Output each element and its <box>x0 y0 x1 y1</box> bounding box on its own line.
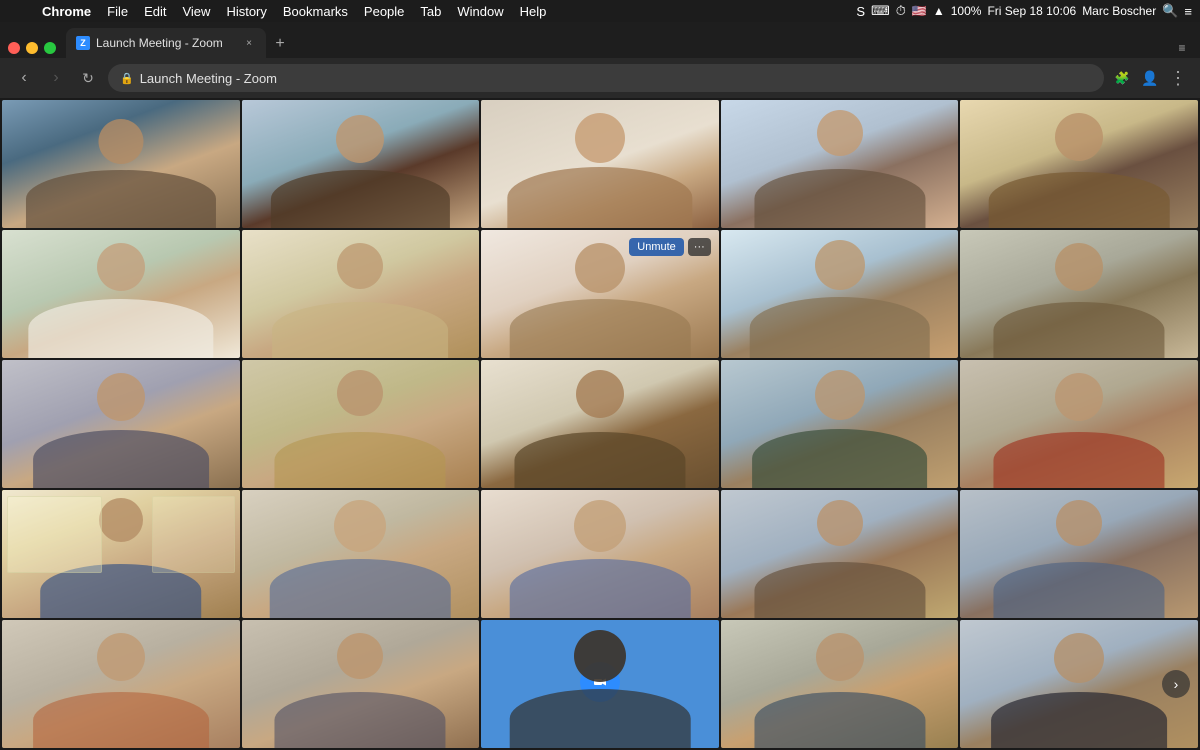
menu-view[interactable]: View <box>174 0 218 22</box>
video-cell-5-3[interactable] <box>481 620 719 748</box>
menubar-right: S ⌨ ⏱ 🇺🇸 ▲ 100% Fri Sep 18 10:06 Marc Bo… <box>856 3 1192 19</box>
profile-icon[interactable]: 👤 <box>1140 68 1160 88</box>
toolbar-icons: 🧩 👤 ⋮ <box>1112 68 1188 88</box>
skype-status-icon: S <box>856 4 865 19</box>
video-cell-3-3[interactable] <box>481 360 719 488</box>
unmute-button[interactable]: Unmute <box>629 238 684 256</box>
video-cell-1-5[interactable] <box>960 100 1198 228</box>
menu-icon[interactable]: ⋮ <box>1168 68 1188 88</box>
user-name: Marc Boscher <box>1082 4 1156 18</box>
url-bar[interactable]: 🔒 Launch Meeting - Zoom <box>108 64 1104 92</box>
url-text: Launch Meeting - Zoom <box>140 71 277 86</box>
time-machine-icon: ⏱ <box>896 3 906 19</box>
menu-people[interactable]: People <box>356 0 412 22</box>
video-cell-4-2[interactable] <box>242 490 480 618</box>
wifi-icon: ▲ <box>933 4 945 18</box>
menubar: Chrome File Edit View History Bookmarks … <box>0 0 1200 22</box>
apple-menu[interactable] <box>8 0 24 22</box>
video-cell-5-4[interactable] <box>721 620 959 748</box>
window-controls[interactable] <box>8 42 56 54</box>
close-button[interactable] <box>8 42 20 54</box>
tabbar: Z Launch Meeting - Zoom × + ≡ <box>0 22 1200 58</box>
more-options-button[interactable]: ··· <box>688 238 711 256</box>
minimize-button[interactable] <box>26 42 38 54</box>
video-cell-2-5[interactable] <box>960 230 1198 358</box>
app-name[interactable]: Chrome <box>34 0 99 22</box>
datetime-display: Fri Sep 18 10:06 <box>987 4 1076 18</box>
video-cell-1-4[interactable] <box>721 100 959 228</box>
video-cell-5-1[interactable] <box>2 620 240 748</box>
menu-tab[interactable]: Tab <box>412 0 449 22</box>
video-cell-2-3[interactable]: Unmute ··· <box>481 230 719 358</box>
video-cell-2-1[interactable] <box>2 230 240 358</box>
flag-icon: 🇺🇸 <box>912 4 927 18</box>
video-cell-3-2[interactable] <box>242 360 480 488</box>
tab-close-button[interactable]: × <box>242 36 256 50</box>
menu-help[interactable]: Help <box>512 0 555 22</box>
active-tab[interactable]: Z Launch Meeting - Zoom × <box>66 28 266 58</box>
new-tab-button[interactable]: + <box>268 32 292 56</box>
video-cell-4-3[interactable] <box>481 490 719 618</box>
video-cell-4-5[interactable] <box>960 490 1198 618</box>
video-cell-2-4[interactable] <box>721 230 959 358</box>
video-cell-5-5[interactable]: › <box>960 620 1198 748</box>
video-cell-1-3[interactable] <box>481 100 719 228</box>
tab-title: Launch Meeting - Zoom <box>96 36 236 50</box>
zoom-meeting-area: Unmute ··· <box>0 98 1200 750</box>
tab-menu-icon[interactable]: ≡ <box>1172 38 1192 58</box>
keyboard-icon: ⌨ <box>871 3 890 19</box>
battery-level: 100% <box>951 4 982 18</box>
video-cell-3-4[interactable] <box>721 360 959 488</box>
unmute-overlay: Unmute ··· <box>629 238 711 256</box>
menubar-left: Chrome File Edit View History Bookmarks … <box>8 0 554 22</box>
video-cell-1-2[interactable] <box>242 100 480 228</box>
video-cell-3-1[interactable] <box>2 360 240 488</box>
video-cell-2-2[interactable] <box>242 230 480 358</box>
menu-window[interactable]: Window <box>449 0 511 22</box>
tab-favicon: Z <box>76 36 90 50</box>
video-cell-4-4[interactable] <box>721 490 959 618</box>
video-cell-1-1[interactable] <box>2 100 240 228</box>
control-center-icon[interactable]: ≡ <box>1184 4 1192 19</box>
forward-button[interactable]: › <box>44 66 68 90</box>
reload-button[interactable]: ↻ <box>76 66 100 90</box>
browser-frame: Z Launch Meeting - Zoom × + ≡ ‹ › ↻ 🔒 La… <box>0 22 1200 750</box>
menu-edit[interactable]: Edit <box>136 0 174 22</box>
menu-file[interactable]: File <box>99 0 136 22</box>
video-grid: Unmute ··· <box>0 98 1200 750</box>
back-button[interactable]: ‹ <box>12 66 36 90</box>
menu-history[interactable]: History <box>218 0 274 22</box>
video-cell-5-2[interactable] <box>242 620 480 748</box>
addressbar: ‹ › ↻ 🔒 Launch Meeting - Zoom 🧩 👤 ⋮ <box>0 58 1200 98</box>
maximize-button[interactable] <box>44 42 56 54</box>
extensions-icon[interactable]: 🧩 <box>1112 68 1132 88</box>
video-cell-3-5[interactable] <box>960 360 1198 488</box>
menu-bookmarks[interactable]: Bookmarks <box>275 0 356 22</box>
search-icon[interactable]: 🔍 <box>1162 3 1178 19</box>
next-page-arrow[interactable]: › <box>1162 670 1190 698</box>
video-cell-4-1[interactable] <box>2 490 240 618</box>
